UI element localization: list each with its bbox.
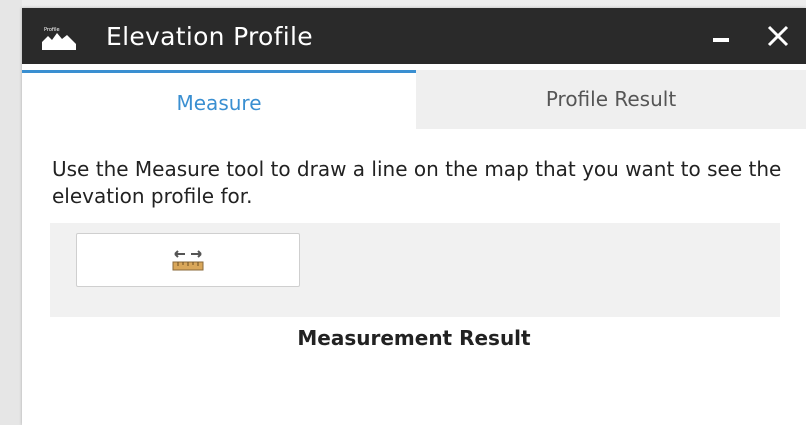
window-title: Elevation Profile xyxy=(106,22,313,51)
close-icon xyxy=(767,25,789,47)
instructions-text: Use the Measure tool to draw a line on t… xyxy=(52,157,782,208)
tab-bar: Measure Profile Result xyxy=(22,64,806,129)
tab-measure-label: Measure xyxy=(176,91,262,115)
elevation-profile-panel: Profile Elevation Profile Measure Profil… xyxy=(22,8,806,425)
measure-tool-area xyxy=(50,223,780,317)
measure-distance-icon xyxy=(172,250,204,271)
title-bar: Profile Elevation Profile xyxy=(22,8,806,64)
tab-profile-result-label: Profile Result xyxy=(545,87,677,111)
measurement-result-heading: Measurement Result xyxy=(297,326,531,350)
measure-distance-button[interactable] xyxy=(76,233,300,287)
close-button[interactable] xyxy=(764,22,792,50)
mountain-profile-icon: Profile xyxy=(42,24,76,50)
svg-text:Profile: Profile xyxy=(44,27,60,33)
tab-profile-result[interactable]: Profile Result xyxy=(416,70,806,129)
tab-measure[interactable]: Measure xyxy=(22,70,416,129)
minimize-button[interactable] xyxy=(710,26,734,48)
map-edge xyxy=(0,0,22,425)
